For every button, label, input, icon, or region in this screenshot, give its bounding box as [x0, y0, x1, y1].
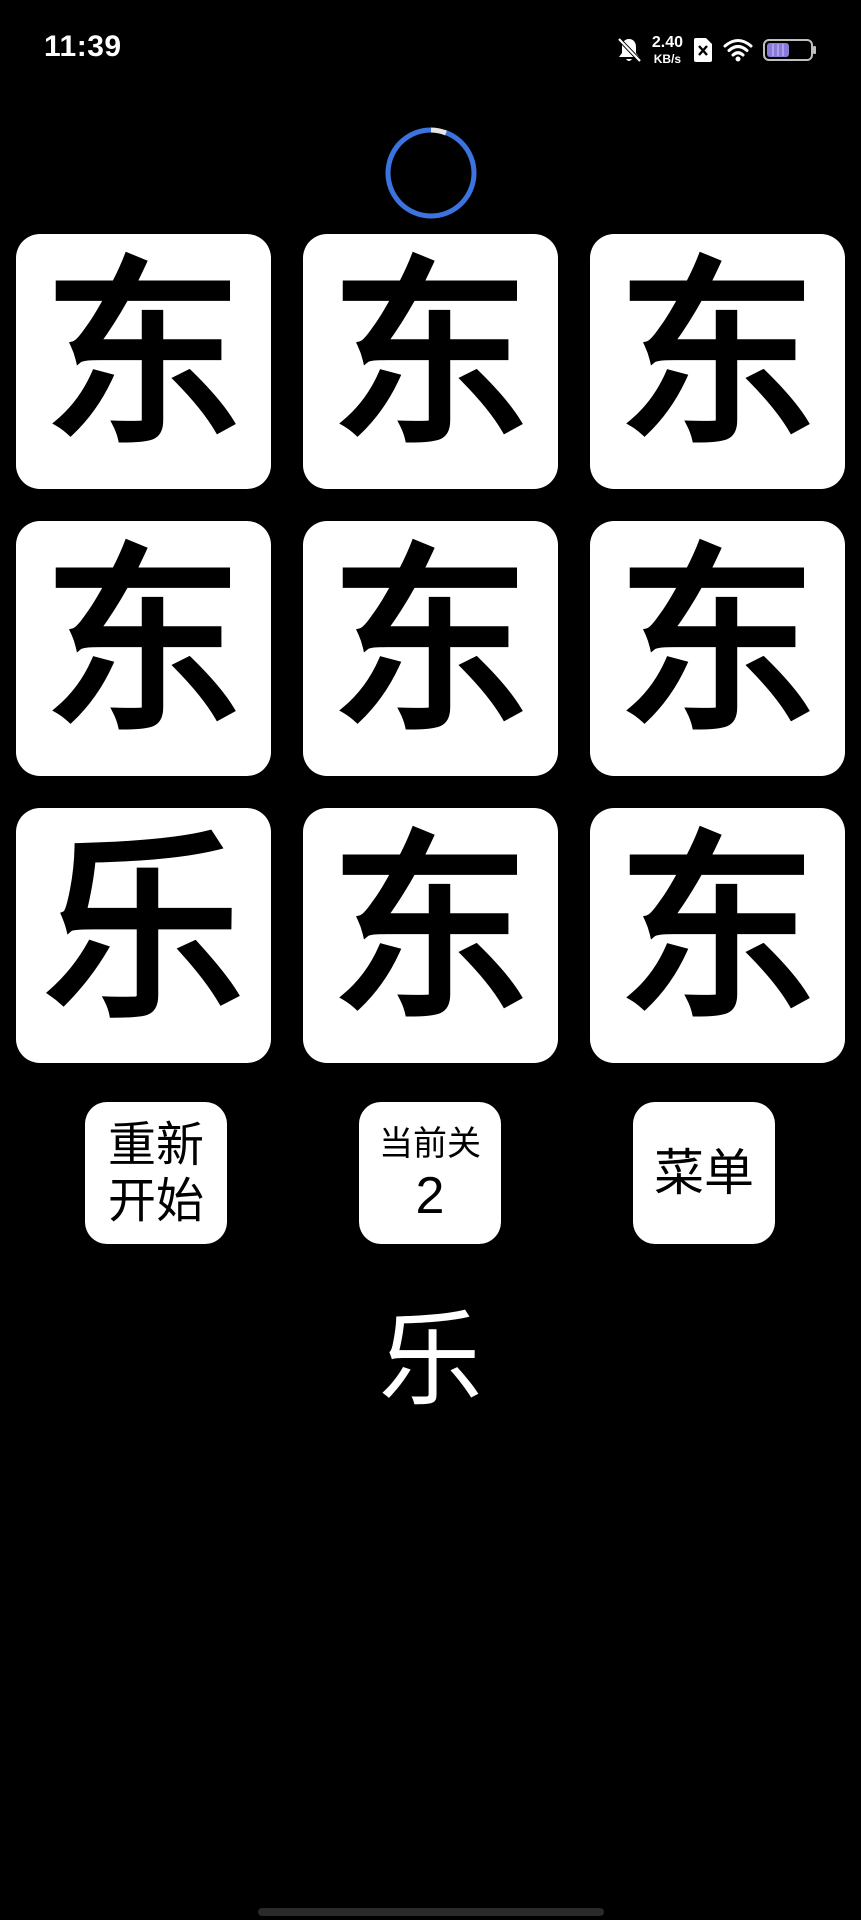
restart-button[interactable]: 重新 开始 — [85, 1102, 227, 1244]
tile-char: 东 — [617, 813, 818, 1047]
status-icons: 2.40 KB/s — [616, 30, 817, 70]
target-character: 乐 — [378, 1299, 483, 1421]
grid-tile[interactable]: 东 — [303, 808, 558, 1063]
grid-tile[interactable]: 东 — [16, 234, 271, 489]
tile-char: 乐 — [43, 813, 244, 1047]
grid-tile[interactable]: 东 — [303, 521, 558, 776]
net-speed-value: 2.40 — [651, 34, 683, 51]
tile-char: 东 — [330, 813, 531, 1047]
current-level-display: 当前关 2 — [359, 1102, 501, 1244]
tile-char: 东 — [617, 239, 818, 473]
tile-char: 东 — [330, 239, 531, 473]
grid-tile[interactable]: 东 — [16, 521, 271, 776]
restart-label-line2: 开始 — [107, 1173, 204, 1229]
grid-tile[interactable]: 东 — [590, 234, 845, 489]
battery-icon — [763, 38, 817, 62]
tile-char: 东 — [43, 526, 244, 760]
net-speed-unit: KB/s — [653, 52, 682, 66]
grid-tile[interactable]: 乐 — [16, 808, 271, 1063]
wifi-icon — [723, 38, 753, 62]
mute-bell-icon — [616, 36, 642, 64]
timer-progress-arc — [385, 127, 477, 219]
grid-tile[interactable]: 东 — [590, 521, 845, 776]
current-level-label: 当前关 — [379, 1124, 481, 1164]
tile-char: 东 — [330, 526, 531, 760]
home-indicator[interactable] — [258, 1908, 604, 1916]
tile-char: 东 — [617, 526, 818, 760]
net-speed: 2.40 KB/s — [651, 34, 683, 66]
countdown-timer-ring — [384, 126, 478, 220]
status-bar: 11:39 2.40 KB/s — [0, 0, 861, 100]
grid-tile[interactable]: 东 — [303, 234, 558, 489]
menu-button[interactable]: 菜单 — [633, 1102, 775, 1244]
grid-tile[interactable]: 东 — [590, 808, 845, 1063]
status-time: 11:39 — [44, 30, 122, 63]
tile-char: 东 — [43, 239, 244, 473]
sim-x-icon — [693, 37, 713, 63]
restart-label-line1: 重新 — [107, 1117, 204, 1173]
menu-label: 菜单 — [654, 1144, 754, 1202]
character-grid: 东 东 东 东 东 东 乐 东 东 — [16, 234, 846, 1064]
current-level-value: 2 — [415, 1167, 445, 1225]
